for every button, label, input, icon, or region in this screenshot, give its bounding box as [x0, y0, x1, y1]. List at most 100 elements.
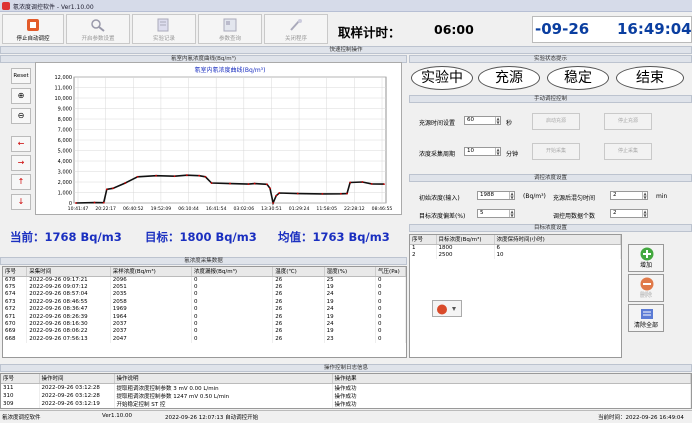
y-tick-label: 11,000: [55, 86, 73, 92]
data-table-cell: 1964: [110, 312, 193, 321]
pan-down-button[interactable]: ↓: [11, 194, 31, 210]
y-tick-label: 5,000: [58, 149, 72, 155]
data-table-cell: 2037: [110, 327, 193, 336]
log-table-header-cell[interactable]: 操作说明: [114, 374, 333, 384]
log-table-cell: 提取粗调浓度控制参数 3 mV 0.00 L/min: [114, 383, 333, 392]
clock-display: 16:49:04: [617, 20, 692, 38]
data-table-row[interactable]: 673 2022-09-26 08:46:55 2058 0 26 19 0: [3, 298, 406, 306]
log-table-row[interactable]: 310 2022-09-26 03:12:28 提取粗调浓度控制参数 1247 mV…: [1, 391, 691, 400]
data-table-row[interactable]: 672 2022-09-26 08:36:47 1969 0 26 24 0: [3, 305, 406, 313]
target-table-cell: 10: [494, 251, 621, 259]
log-table-cell: 310: [1, 391, 40, 400]
data-point: [370, 182, 373, 185]
query-button[interactable]: 参数查询: [198, 14, 262, 44]
data-table-cell: 19: [324, 327, 377, 336]
pan-right-button[interactable]: →: [11, 155, 31, 171]
data-table-row[interactable]: 668 2022-09-26 07:56:13 2047 0 26 23 0: [3, 335, 406, 343]
log-table-row[interactable]: 309 2022-09-26 03:12:19 开始稳定控制 ST 控操作成功: [1, 399, 691, 408]
add-target-button[interactable]: 增加: [628, 244, 664, 272]
y-tick-label: 9,000: [58, 107, 72, 113]
zoom-out-button[interactable]: ⊖: [11, 108, 31, 124]
zoom-in-button[interactable]: ⊕: [11, 88, 31, 104]
pan-left-button[interactable]: ←: [11, 136, 31, 152]
stop-sampling-button[interactable]: 停止采集: [604, 143, 652, 160]
data-table-cell: 24: [324, 320, 377, 328]
log-table-header-cell[interactable]: 操作时间: [39, 374, 115, 384]
data-point: [102, 201, 105, 204]
data-table-row[interactable]: 675 2022-09-26 09:07:12 2051 0 26 19 0: [3, 283, 406, 291]
stop-auto-control-button[interactable]: 停止自动调控: [2, 14, 64, 44]
log-table-header-cell[interactable]: 序号: [1, 374, 40, 384]
data-table-cell: 26: [272, 298, 325, 306]
stop-icon: [27, 19, 39, 31]
data-count-input[interactable]: 2 ▲ ▼: [610, 209, 648, 218]
data-table-row[interactable]: 674 2022-09-26 08:57:04 2035 0 26 24 0: [3, 290, 406, 299]
reset-button[interactable]: Reset: [11, 68, 31, 84]
target-table-header-cell[interactable]: 序号: [410, 235, 437, 245]
start-fill-button[interactable]: 启动充源: [532, 113, 580, 130]
data-table-cell: 26: [272, 312, 325, 321]
stop-fill-button[interactable]: 停止充源: [604, 113, 652, 130]
status-app-name: 氡浓度调控软件: [2, 415, 41, 421]
data-table-header-cell[interactable]: 气压(Pa): [375, 267, 406, 277]
delete-target-button[interactable]: 删除: [628, 274, 664, 302]
sample-period-input[interactable]: 10 ▲ ▼: [464, 147, 501, 156]
state-finished: 结束: [616, 66, 684, 90]
data-table-cell: 0: [375, 305, 406, 313]
data-table-header-cell[interactable]: 温度(℃): [272, 267, 325, 277]
data-point: [124, 182, 127, 184]
data-table-cell: 0: [375, 283, 406, 291]
target-table-cell: 1800: [436, 244, 495, 252]
init-conc-input[interactable]: 1988 ▲ ▼: [477, 191, 515, 200]
data-table-cell: 2022-09-26 09:17:21: [26, 276, 111, 284]
target-table[interactable]: 序号 目标浓度(Bq/m³) 浓度保持时间(小时) 1 1800 6 2 2500 10: [409, 234, 622, 358]
start-sampling-button[interactable]: 开始采集: [532, 143, 580, 160]
log-table-cell: 操作成功: [332, 391, 691, 400]
log-table[interactable]: 序号 操作时间 操作说明 操作结果 311 2022-09-26 03:12:28 提取粗调…: [0, 373, 692, 409]
data-table[interactable]: 序号 采集时间 采样浓度(Bq/m³) 浓度漏报(Bq/m³) 温度(℃) 湿度(%) 气压…: [2, 266, 407, 358]
deviation-input[interactable]: 5 ▲ ▼: [477, 209, 515, 218]
data-table-header-cell[interactable]: 湿度(%): [324, 267, 377, 277]
log-table-cell: 操作成功: [332, 399, 691, 408]
data-table-cell: 26: [272, 305, 325, 313]
log-table-header-cell[interactable]: 操作结果: [332, 374, 691, 384]
log-table-row[interactable]: 311 2022-09-26 03:12:28 提取粗调浓度控制参数 3 mV 0.…: [1, 383, 691, 392]
exit-button[interactable]: 关闭程序: [264, 14, 328, 44]
data-table-header-cell[interactable]: 采集时间: [26, 267, 111, 277]
data-point: [112, 187, 114, 190]
data-table-row[interactable]: 669 2022-09-26 08:06:22 2037 0 26 19 0: [3, 327, 406, 336]
data-table-header-cell[interactable]: 浓度漏报(Bq/m³): [191, 267, 274, 277]
data-table-header-cell[interactable]: 序号: [3, 267, 28, 277]
exit-icon: [290, 19, 302, 31]
fill-time-input[interactable]: 60 ▲ ▼: [464, 116, 501, 125]
data-table-cell: 2047: [110, 335, 193, 343]
deviation-label: 目标浓度偏差(%): [419, 213, 466, 220]
log-table-cell: 309: [1, 399, 40, 408]
target-table-header-cell[interactable]: 浓度保持时间(小时): [494, 235, 621, 245]
pan-up-button[interactable]: ↑: [11, 174, 31, 190]
x-tick-label: 19:52:09: [151, 206, 172, 212]
search-icon: [91, 19, 105, 32]
target-table-header-cell[interactable]: 目标浓度(Bq/m³): [436, 235, 495, 245]
clear-all-button[interactable]: 清除全部: [628, 304, 664, 332]
data-table-row[interactable]: 671 2022-09-26 08:26:39 1964 0 26 19 0: [3, 312, 406, 321]
data-point: [198, 174, 201, 177]
window-title: 氡浓度调控软件 - Ver1.10.00: [13, 4, 94, 11]
app-icon: [2, 2, 10, 10]
data-table-header-cell[interactable]: 采样浓度(Bq/m³): [110, 267, 193, 277]
record-button[interactable]: 实验记录: [132, 14, 196, 44]
data-table-cell: 2051: [110, 283, 193, 291]
wait-time-input[interactable]: 2 ▲ ▼: [610, 191, 648, 200]
mode-dropdown[interactable]: [432, 300, 462, 317]
clear-all-label: 清除全部: [633, 322, 658, 329]
log-table-cell: 开始稳定控制 ST 控: [114, 399, 333, 408]
data-table-row[interactable]: 670 2022-09-26 08:16:30 2037 0 26 24 0: [3, 320, 406, 328]
x-tick-label: 16:41:54: [206, 206, 227, 212]
param-settings-button[interactable]: 开启参数设置: [66, 14, 130, 44]
target-table-row[interactable]: 2 2500 10: [410, 251, 621, 259]
data-table-row[interactable]: 678 2022-09-26 09:17:21 2096 0 26 25 0: [3, 276, 406, 284]
init-conc-unit: (Bq/m³): [523, 193, 546, 200]
data-table-cell: 2022-09-26 08:46:55: [26, 298, 111, 306]
delete-icon: [640, 277, 654, 291]
target-table-row[interactable]: 1 1800 6: [410, 244, 621, 252]
